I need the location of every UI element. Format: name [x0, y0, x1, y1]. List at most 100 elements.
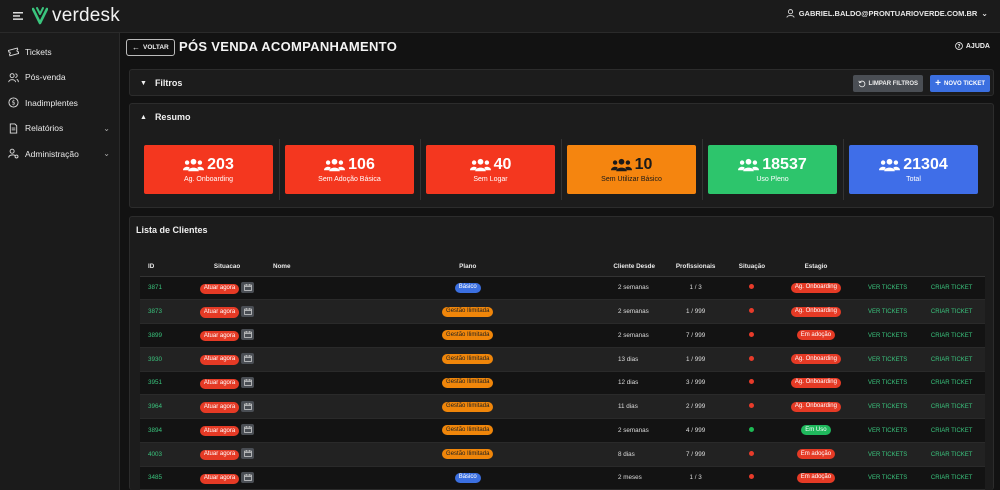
sidebar-item-pos-venda[interactable]: Pós-venda: [0, 65, 119, 91]
back-button[interactable]: ← VOLTAR: [126, 39, 175, 56]
create-ticket-link[interactable]: CRIAR TICKET: [931, 404, 973, 410]
client-id-link[interactable]: 3951: [140, 371, 187, 396]
summary-card[interactable]: 21304 Total: [849, 145, 978, 194]
sidebar-item-administracao[interactable]: Administração ⌄: [0, 141, 119, 167]
act-now-badge[interactable]: Atuar agora: [199, 402, 240, 413]
column-header-situacao: Situacao: [186, 258, 269, 277]
create-ticket-cell: CRIAR TICKET: [918, 299, 985, 324]
summary-card-label: Uso Pleno: [756, 176, 789, 183]
view-tickets-cell: VER TICKETS: [856, 347, 919, 372]
top-bar: verdesk GABRIEL.BALDO@PRONTUARIOVERDE.CO…: [0, 0, 1000, 33]
act-now-badge[interactable]: Atuar agora: [199, 473, 240, 484]
calendar-icon[interactable]: [241, 448, 255, 460]
help-link[interactable]: ? AJUDA: [955, 42, 990, 50]
view-tickets-link[interactable]: VER TICKETS: [868, 333, 907, 339]
summary-card[interactable]: 40 Sem Logar: [426, 139, 562, 200]
calendar-icon[interactable]: [241, 400, 255, 412]
app-logo[interactable]: verdesk: [32, 5, 120, 27]
act-now-badge[interactable]: Atuar agora: [199, 283, 240, 294]
stage-badge: Ag. Onboarding: [790, 354, 841, 365]
status-dot-cell: [728, 418, 775, 443]
summary-card-value-row: 18537: [738, 156, 807, 174]
act-now-badge[interactable]: Atuar agora: [199, 449, 240, 461]
new-ticket-button[interactable]: + NOVO TICKET: [930, 75, 990, 92]
summary-card[interactable]: 203 Ag. Onboarding: [144, 139, 280, 200]
view-tickets-link[interactable]: VER TICKETS: [868, 452, 907, 458]
status-dot: [749, 426, 755, 432]
create-ticket-link[interactable]: CRIAR TICKET: [931, 333, 973, 339]
view-tickets-link[interactable]: VER TICKETS: [868, 380, 907, 386]
create-ticket-link[interactable]: CRIAR TICKET: [931, 475, 973, 481]
sidebar-item-inadimplentes[interactable]: $ Inadimplentes: [0, 90, 119, 116]
status-dot-cell: [728, 323, 775, 348]
summary-card-label: Sem Utilizar Básico: [601, 176, 662, 183]
client-list-title: Lista de Clientes: [136, 225, 208, 235]
view-tickets-link[interactable]: VER TICKETS: [868, 428, 907, 434]
calendar-icon[interactable]: [241, 424, 255, 436]
view-tickets-link[interactable]: VER TICKETS: [868, 309, 907, 315]
create-ticket-link[interactable]: CRIAR TICKET: [931, 285, 973, 291]
summary-card[interactable]: 106 Sem Adoção Básica: [285, 139, 421, 200]
act-now-badge[interactable]: Atuar agora: [199, 331, 240, 342]
summary-card[interactable]: 18537 Uso Pleno: [708, 139, 844, 200]
client-id-link[interactable]: 3873: [140, 299, 187, 324]
plus-icon: +: [935, 77, 941, 89]
act-now-badge[interactable]: Atuar agora: [199, 378, 240, 389]
status-dot: [749, 308, 755, 314]
client-id-link[interactable]: 3894: [140, 418, 187, 443]
calendar-icon[interactable]: [241, 376, 255, 388]
stage-cell: Ag. Onboarding: [774, 276, 857, 301]
plan-badge: Gestão Ilimitada: [442, 330, 494, 341]
calendar-icon[interactable]: [241, 353, 255, 365]
calendar-icon[interactable]: [241, 281, 255, 293]
column-header-criar: [918, 258, 985, 277]
table-header-row: ID Situacao Nome Plano Cliente Desde Pro…: [140, 258, 985, 277]
calendar-icon[interactable]: [241, 329, 255, 341]
create-ticket-link[interactable]: CRIAR TICKET: [931, 380, 973, 386]
client-id-link[interactable]: 4003: [140, 442, 187, 467]
client-id-link[interactable]: 3899: [140, 323, 187, 348]
client-since-cell: 2 semanas: [606, 276, 663, 301]
create-ticket-link[interactable]: CRIAR TICKET: [931, 309, 973, 315]
clear-filters-button[interactable]: LIMPAR FILTROS: [852, 75, 923, 92]
client-id-link[interactable]: 3485: [140, 466, 187, 490]
view-tickets-link[interactable]: VER TICKETS: [868, 357, 907, 363]
act-now-badge[interactable]: Atuar agora: [199, 354, 240, 366]
summary-card-label: Sem Adoção Básica: [318, 176, 381, 183]
stage-cell: Em Uso: [774, 418, 857, 443]
table-row: 3899 Atuar agora Gestão Ilimitada 2 semanas…: [140, 323, 985, 348]
main-content: ← VOLTAR PÓS VENDA ACOMPANHAMENTO ? AJUD…: [120, 33, 1000, 490]
column-header-situacao-dot: Situação: [728, 258, 775, 277]
summary-card[interactable]: 10 Sem Utilizar Básico: [567, 139, 703, 200]
client-id-link[interactable]: 3964: [140, 394, 187, 419]
act-now-badge[interactable]: Atuar agora: [199, 426, 240, 437]
summary-header[interactable]: ▲ Resumo: [130, 104, 993, 130]
view-tickets-link[interactable]: VER TICKETS: [868, 475, 907, 481]
create-ticket-link[interactable]: CRIAR TICKET: [931, 428, 973, 434]
calendar-icon[interactable]: [241, 305, 255, 317]
table-row: 3873 Atuar agora Gestão Ilimitada 2 semanas…: [140, 299, 985, 324]
arrow-left-icon: ←: [132, 43, 140, 52]
view-tickets-link[interactable]: VER TICKETS: [868, 404, 907, 410]
calendar-icon[interactable]: [241, 471, 255, 483]
create-ticket-link[interactable]: CRIAR TICKET: [931, 357, 973, 363]
view-tickets-link[interactable]: VER TICKETS: [868, 285, 907, 291]
client-since-cell: 11 dias: [606, 394, 663, 419]
professionals-cell: 1 / 999: [662, 347, 729, 372]
create-ticket-link[interactable]: CRIAR TICKET: [931, 452, 973, 458]
client-name-cell: [268, 347, 330, 372]
table-row: 3951 Atuar agora Gestão Ilimitada 12 dias 3 …: [140, 371, 985, 396]
client-id-link[interactable]: 3871: [140, 276, 187, 301]
sidebar-item-relatorios[interactable]: Relatórios ⌄: [0, 116, 119, 142]
user-menu[interactable]: GABRIEL.BALDO@PRONTUARIOVERDE.COM.BR ⌄: [786, 9, 988, 18]
client-id-link[interactable]: 3930: [140, 347, 187, 372]
stage-cell: Ag. Onboarding: [774, 299, 857, 324]
stage-cell: Ag. Onboarding: [774, 371, 857, 396]
table-row: 3964 Atuar agora Gestão Ilimitada 11 dias 2 …: [140, 394, 985, 419]
act-now-badge[interactable]: Atuar agora: [199, 307, 240, 318]
menu-toggle-icon[interactable]: [6, 12, 30, 20]
plano-cell: Básico: [329, 466, 606, 490]
sidebar-item-label: Relatórios: [25, 123, 64, 134]
plan-badge: Gestão Ilimitada: [442, 377, 494, 388]
sidebar-item-tickets[interactable]: Tickets: [0, 39, 119, 65]
